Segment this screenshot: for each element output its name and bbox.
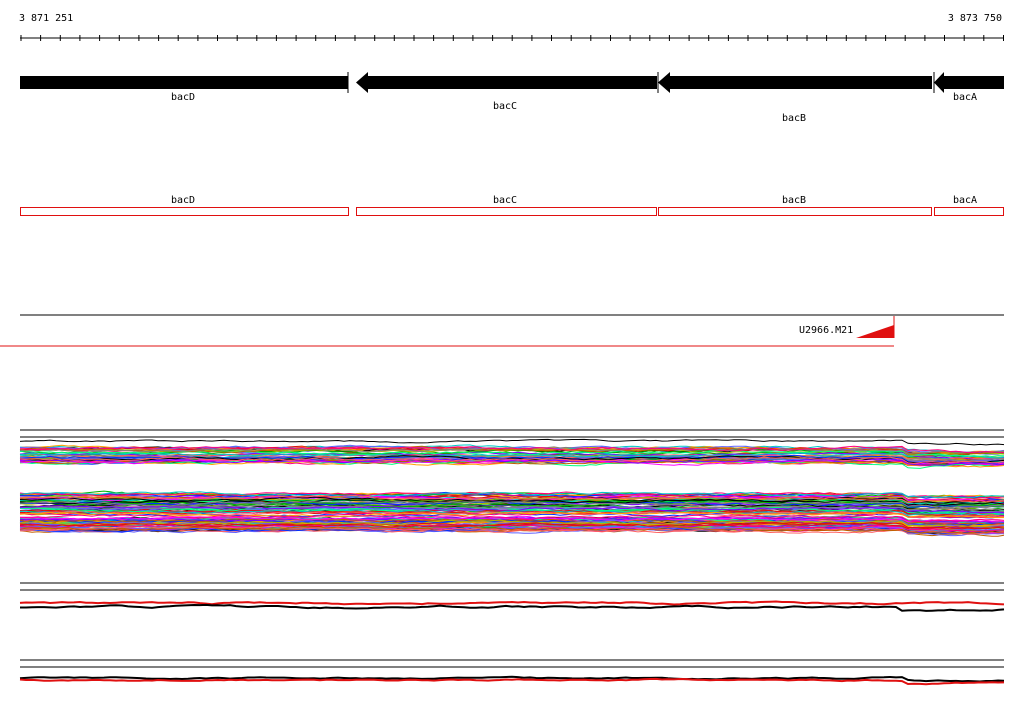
gene-label-bacB: bacB	[781, 113, 807, 124]
expression-profile-line	[19, 438, 1005, 446]
expression-profiles-group-3	[19, 600, 1005, 612]
gene-arrow-track	[20, 72, 1004, 93]
expression-profile-line	[19, 600, 1005, 606]
probe-track	[0, 314, 1004, 347]
gene-box-label-bacB: bacB	[781, 195, 807, 206]
gene-box-bacC[interactable]	[356, 207, 657, 216]
gene-label-bacD: bacD	[170, 92, 196, 103]
gene-box-label-bacA: bacA	[952, 195, 978, 206]
gene-box-bacB[interactable]	[658, 207, 932, 216]
gene-label-bacA: bacA	[952, 92, 978, 103]
gene-box-label-bacD: bacD	[170, 195, 196, 206]
gene-box-bacD[interactable]	[20, 207, 349, 216]
gene-arrow-bacC[interactable]	[356, 72, 657, 93]
expression-profiles-group-2	[19, 490, 1005, 537]
expression-profiles-group-1	[19, 438, 1005, 469]
expression-profile-line	[19, 677, 1005, 686]
expression-profiles-group-4	[19, 675, 1005, 686]
probe-label: U2966.M21	[799, 325, 854, 336]
expression-panel-2	[19, 582, 1005, 612]
coordinate-ruler	[20, 35, 1004, 41]
expression-panel-1	[19, 429, 1005, 537]
gene-label-bacC: bacC	[492, 101, 518, 112]
probe-marker[interactable]	[856, 325, 894, 338]
gene-box-bacA[interactable]	[934, 207, 1004, 216]
gene-box-label-bacC: bacC	[492, 195, 518, 206]
expression-profile-line	[20, 603, 1005, 612]
gene-arrow-bacA[interactable]	[934, 72, 1004, 93]
gene-arrow-bacD[interactable]	[20, 76, 348, 89]
expression-panel-3	[19, 659, 1005, 686]
gene-arrow-bacB[interactable]	[658, 72, 932, 93]
